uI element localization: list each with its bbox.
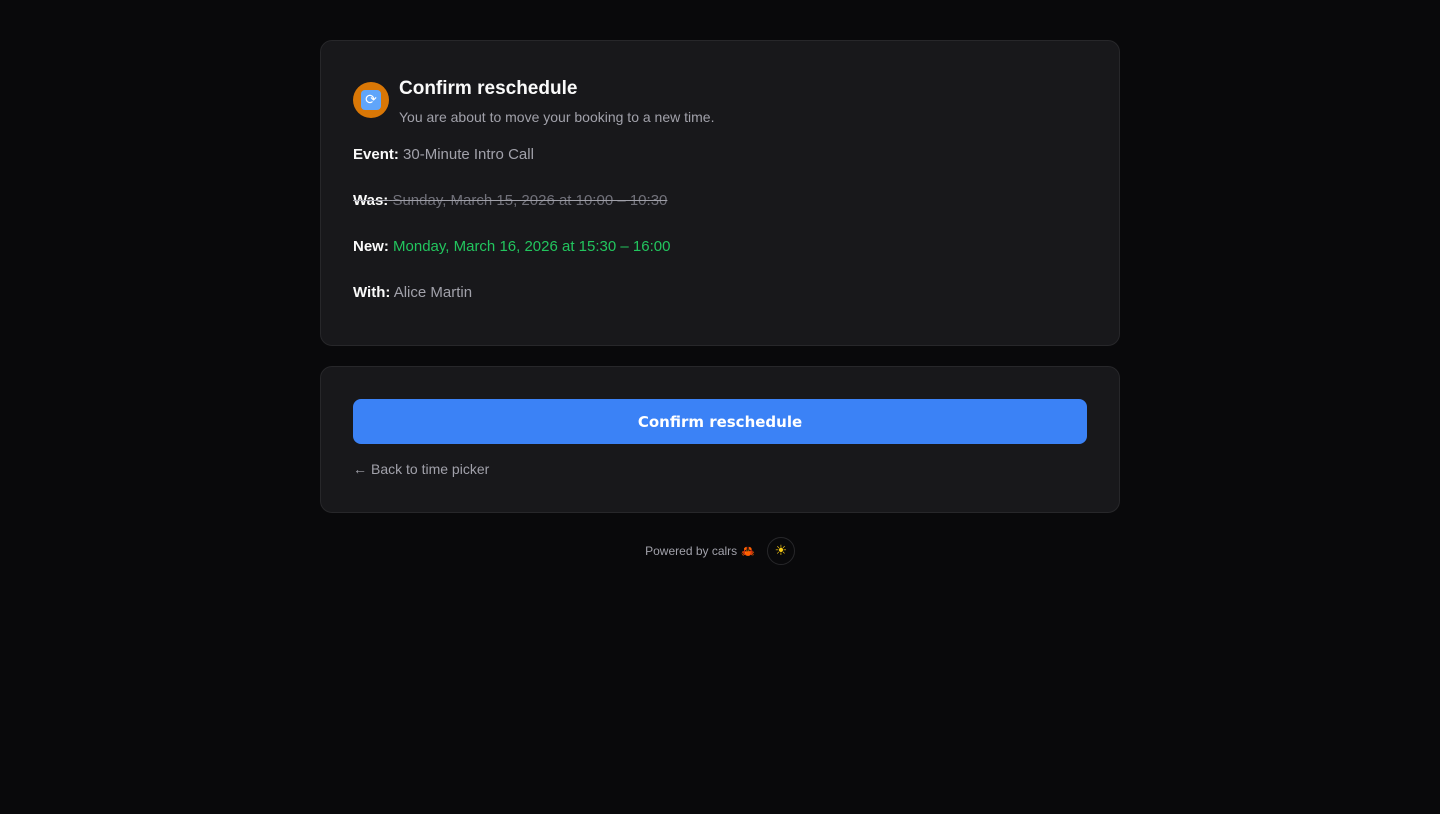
- event-value: 30-Minute Intro Call: [403, 146, 534, 163]
- new-value: Monday, March 16, 2026 at 15:30 – 16:00: [393, 238, 671, 255]
- page-title: Confirm reschedule: [399, 78, 578, 99]
- sun-icon: ☀: [774, 543, 788, 559]
- reschedule-summary-card: ⟳ Confirm reschedule You are about to mo…: [320, 40, 1120, 346]
- detail-event: Event: 30-Minute Intro Call: [353, 144, 1087, 166]
- with-label: With:: [353, 284, 391, 301]
- detail-previous-time: Was: Sunday, March 15, 2026 at 10:00 – 1…: [353, 190, 1087, 212]
- new-label: New:: [353, 238, 389, 255]
- with-value: Alice Martin: [393, 284, 473, 301]
- arrow-left-icon: ←: [353, 461, 367, 477]
- was-label: Was:: [353, 192, 389, 209]
- event-label: Event:: [353, 146, 399, 163]
- page-subtitle: You are about to move your booking to a …: [399, 109, 715, 125]
- footer: Powered by calrs 🦀 ☀: [320, 537, 1120, 565]
- reschedule-page: ⟳ Confirm reschedule You are about to mo…: [320, 40, 1120, 565]
- detail-host: With: Alice Martin: [353, 282, 1087, 304]
- confirm-reschedule-button[interactable]: Confirm reschedule: [353, 399, 1087, 444]
- reschedule-icon: ⟳: [353, 82, 389, 118]
- crab-icon: 🦀: [741, 545, 755, 558]
- powered-by-label: Powered by calrs: [645, 544, 738, 558]
- reschedule-icon-glyph: ⟳: [361, 90, 381, 110]
- back-link-label: Back to time picker: [371, 461, 490, 477]
- back-to-time-picker-link[interactable]: ← Back to time picker: [353, 459, 489, 479]
- summary-header: ⟳ Confirm reschedule You are about to mo…: [353, 73, 1087, 127]
- theme-toggle-button[interactable]: ☀: [766, 537, 795, 565]
- was-value: Sunday, March 15, 2026 at 10:00 – 10:30: [392, 192, 668, 209]
- powered-by: Powered by calrs 🦀: [645, 544, 755, 558]
- actions-card: Confirm reschedule ← Back to time picker: [320, 366, 1120, 513]
- detail-new-time: New: Monday, March 16, 2026 at 15:30 – 1…: [353, 236, 1087, 258]
- header-text: Confirm reschedule You are about to move…: [399, 73, 714, 127]
